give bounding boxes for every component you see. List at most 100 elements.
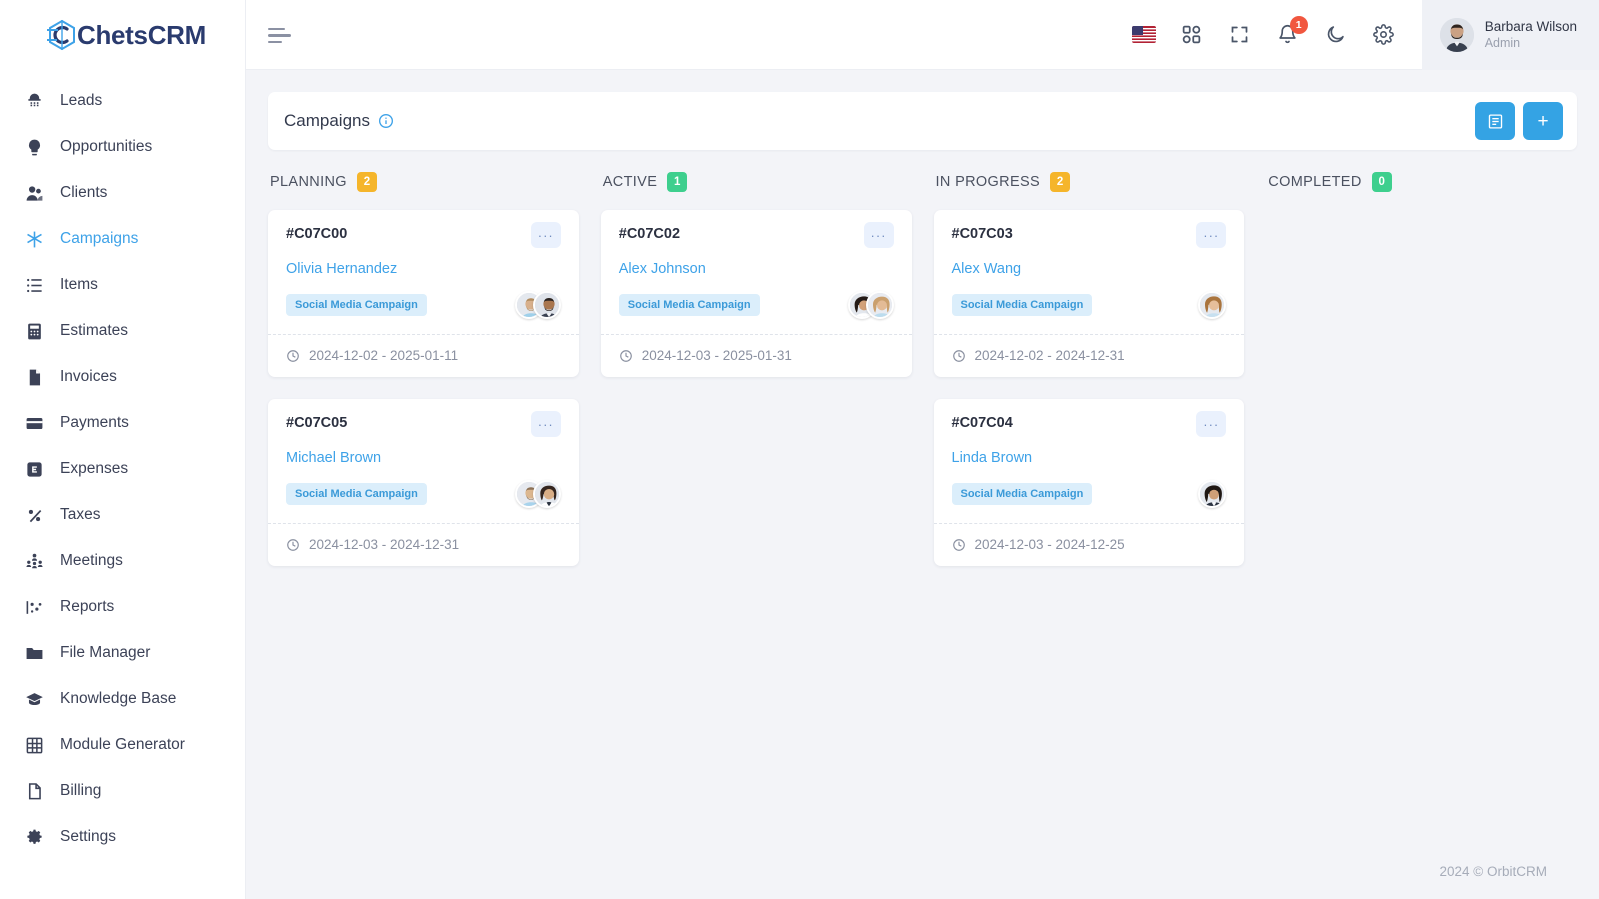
main-region: 1 Barbara Wilson Admin Campaigns + PLANN… (246, 0, 1599, 899)
card-date-range: 2024-12-02 - 2025-01-11 (309, 348, 459, 363)
sidebar-item-label: Expenses (60, 460, 129, 477)
brand-logo[interactable]: ChetsCRM (0, 0, 245, 70)
settings-gear-icon[interactable] (1372, 23, 1396, 47)
card-footer: 2024-12-03 - 2024-12-25 (933, 523, 1245, 566)
column-count-badge: 1 (667, 172, 688, 192)
card-avatar-stack[interactable] (1198, 291, 1227, 319)
card-tag: Social Media Campaign (618, 294, 760, 316)
sidebar-item-taxes[interactable]: Taxes (0, 492, 245, 538)
card-date-range: 2024-12-02 - 2024-12-31 (974, 348, 1125, 363)
sidebar-item-items[interactable]: Items (0, 262, 245, 308)
sidebar-item-label: Items (60, 276, 98, 293)
card-avatar-stack[interactable] (514, 291, 561, 319)
sidebar-item-settings[interactable]: Settings (0, 814, 245, 860)
sidebar: ChetsCRM Leads Opportunities Clients Cam… (0, 0, 246, 899)
avatar (1198, 291, 1227, 319)
card-person-link[interactable]: Alex Wang (952, 261, 1227, 277)
kanban-board: PLANNING 2 #C07C00 ··· Olivia Hernandez … (268, 172, 1577, 588)
sidebar-item-knowledge-base[interactable]: Knowledge Base (0, 676, 245, 722)
user-profile-menu[interactable]: Barbara Wilson Admin (1421, 0, 1599, 70)
column-header: COMPLETED 0 (1266, 172, 1577, 192)
sidebar-item-label: Module Generator (60, 736, 185, 753)
calculator-icon (24, 321, 44, 341)
card-menu-button[interactable]: ··· (1196, 222, 1227, 248)
column-title: PLANNING (270, 174, 347, 190)
kanban-card[interactable]: #C07C03 ··· Alex Wang Social Media Campa… (933, 210, 1245, 377)
card-avatar-stack[interactable] (514, 480, 561, 508)
sidebar-item-module-generator[interactable]: Module Generator (0, 722, 245, 768)
page-header-bar: Campaigns + (268, 92, 1577, 150)
avatar (532, 480, 561, 508)
sidebar-item-billing[interactable]: Billing (0, 768, 245, 814)
sidebar-item-reports[interactable]: Reports (0, 584, 245, 630)
sidebar-item-label: Billing (60, 782, 102, 799)
card-tag: Social Media Campaign (951, 294, 1093, 316)
sidebar-item-campaigns[interactable]: Campaigns (0, 216, 245, 262)
file-icon (24, 367, 44, 387)
card-meta-row: Social Media Campaign (286, 290, 561, 320)
notifications-bell-icon[interactable]: 1 (1276, 15, 1308, 47)
card-top: #C07C05 ··· (286, 411, 561, 437)
kanban-card[interactable]: #C07C05 ··· Michael Brown Social Media C… (268, 399, 579, 566)
clock-icon (952, 349, 966, 363)
dark-mode-moon-icon[interactable] (1324, 23, 1348, 47)
megaphone-icon (24, 91, 44, 111)
sidebar-item-payments[interactable]: Payments (0, 400, 245, 446)
card-icon (24, 413, 44, 433)
sidebar-item-estimates[interactable]: Estimates (0, 308, 245, 354)
column-count-badge: 0 (1371, 172, 1392, 192)
card-tag: Social Media Campaign (286, 483, 427, 505)
sidebar-item-clients[interactable]: Clients (0, 170, 245, 216)
card-menu-button[interactable]: ··· (530, 222, 561, 248)
column-count-badge: 2 (1050, 172, 1071, 192)
card-id: #C07C03 (951, 226, 1013, 242)
page-header-actions: + (1475, 102, 1563, 140)
card-avatar-stack[interactable] (847, 291, 894, 319)
card-meta-row: Social Media Campaign (618, 290, 894, 320)
list-view-button[interactable] (1475, 102, 1515, 140)
sidebar-item-expenses[interactable]: Expenses (0, 446, 245, 492)
card-menu-button[interactable]: ··· (530, 411, 561, 437)
sidebar-item-file-manager[interactable]: File Manager (0, 630, 245, 676)
card-person-link[interactable]: Olivia Hernandez (286, 261, 561, 277)
card-body: #C07C05 ··· Michael Brown Social Media C… (268, 399, 579, 523)
percent-icon (24, 505, 44, 525)
people-group-icon (24, 551, 44, 571)
card-menu-button[interactable]: ··· (1196, 411, 1227, 437)
card-id: #C07C04 (951, 415, 1013, 431)
sidebar-item-meetings[interactable]: Meetings (0, 538, 245, 584)
sidebar-nav: Leads Opportunities Clients Campaigns It… (0, 70, 245, 899)
card-person-link[interactable]: Linda Brown (952, 450, 1227, 466)
add-campaign-button[interactable]: + (1523, 102, 1563, 140)
document-icon (24, 781, 44, 801)
apps-grid-icon[interactable] (1180, 23, 1204, 47)
card-avatar-stack[interactable] (1198, 480, 1227, 508)
kanban-column-planning: PLANNING 2 #C07C00 ··· Olivia Hernandez … (268, 172, 579, 588)
avatar (1439, 17, 1474, 52)
fullscreen-icon[interactable] (1228, 23, 1252, 47)
chets-logo-icon (46, 19, 75, 51)
content-area: Campaigns + PLANNING 2 #C07C00 ··· Olivi… (246, 70, 1599, 843)
card-person-link[interactable]: Alex Johnson (619, 261, 894, 277)
app-root: ChetsCRM Leads Opportunities Clients Cam… (0, 0, 1599, 899)
brand-name: ChetsCRM (76, 19, 207, 50)
clock-icon (286, 349, 300, 363)
grid-table-icon (24, 735, 44, 755)
card-person-link[interactable]: Michael Brown (286, 450, 561, 466)
sidebar-item-opportunities[interactable]: Opportunities (0, 124, 245, 170)
page-title: Campaigns (284, 111, 370, 130)
kanban-card[interactable]: #C07C00 ··· Olivia Hernandez Social Medi… (268, 210, 579, 377)
sidebar-item-label: Taxes (60, 506, 101, 523)
card-menu-button[interactable]: ··· (863, 222, 894, 248)
kanban-card[interactable]: #C07C04 ··· Linda Brown Social Media Cam… (933, 399, 1245, 566)
hamburger-menu-icon[interactable] (268, 25, 294, 45)
sidebar-item-leads[interactable]: Leads (0, 78, 245, 124)
kanban-card[interactable]: #C07C02 ··· Alex Johnson Social Media Ca… (600, 210, 912, 377)
info-circle-icon[interactable] (378, 113, 394, 129)
sidebar-item-label: File Manager (60, 644, 151, 661)
language-flag-us-icon[interactable] (1131, 23, 1156, 47)
sidebar-item-label: Knowledge Base (60, 690, 177, 707)
sidebar-item-invoices[interactable]: Invoices (0, 354, 245, 400)
card-tag: Social Media Campaign (286, 294, 427, 316)
column-title: IN PROGRESS (935, 174, 1041, 190)
